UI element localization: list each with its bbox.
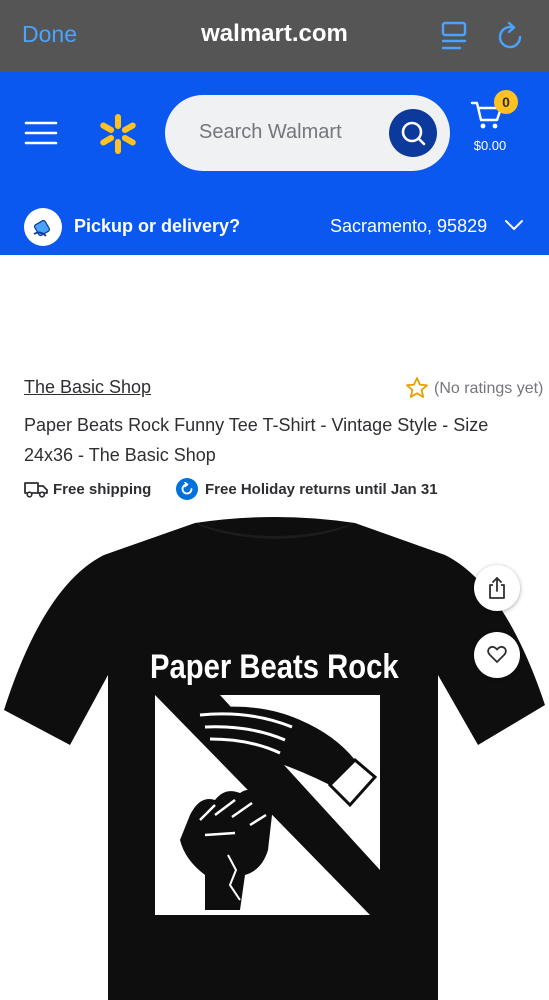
tshirt-graphic-text: Paper Beats Rock	[150, 648, 399, 686]
search-button[interactable]	[389, 109, 437, 157]
tshirt-image	[4, 517, 545, 1000]
location-label[interactable]: Sacramento, 95829	[330, 216, 487, 237]
share-icon	[489, 577, 505, 599]
pickup-delivery-bar[interactable]: Pickup or delivery? Sacramento, 95829	[0, 200, 549, 255]
pickup-delivery-label[interactable]: Pickup or delivery?	[74, 216, 240, 237]
chevron-down-icon[interactable]	[504, 218, 524, 232]
spark-logo-icon[interactable]	[96, 112, 140, 156]
search-placeholder: Search Walmart	[199, 121, 342, 143]
reload-icon[interactable]	[496, 20, 526, 52]
heart-icon	[487, 645, 507, 663]
cart-button[interactable]: 0 $0.00	[466, 90, 522, 160]
free-returns-label: Free Holiday returns until Jan 31	[205, 481, 438, 498]
product-title: Paper Beats Rock Funny Tee T-Shirt - Vin…	[24, 415, 489, 465]
reader-icon[interactable]	[440, 20, 468, 52]
seller-link[interactable]: The Basic Shop	[24, 377, 151, 398]
pickup-delivery-icon	[24, 208, 62, 246]
share-button[interactable]	[474, 565, 520, 611]
search-input[interactable]: Search Walmart	[165, 95, 450, 171]
site-header: Search Walmart 0 $0.00	[0, 72, 549, 200]
returns-icon	[176, 478, 198, 500]
rating-text[interactable]: (No ratings yet)	[434, 380, 543, 398]
truck-icon	[24, 482, 48, 498]
free-shipping-label: Free shipping	[53, 481, 152, 498]
product-image[interactable]	[0, 515, 549, 1000]
menu-icon[interactable]	[24, 120, 58, 146]
cart-count-badge: 0	[494, 90, 518, 114]
browser-toolbar: Done walmart.com	[0, 0, 549, 72]
favorite-button[interactable]	[474, 632, 520, 678]
cart-total: $0.00	[473, 138, 507, 153]
star-icon	[406, 377, 428, 398]
search-icon	[401, 121, 426, 146]
